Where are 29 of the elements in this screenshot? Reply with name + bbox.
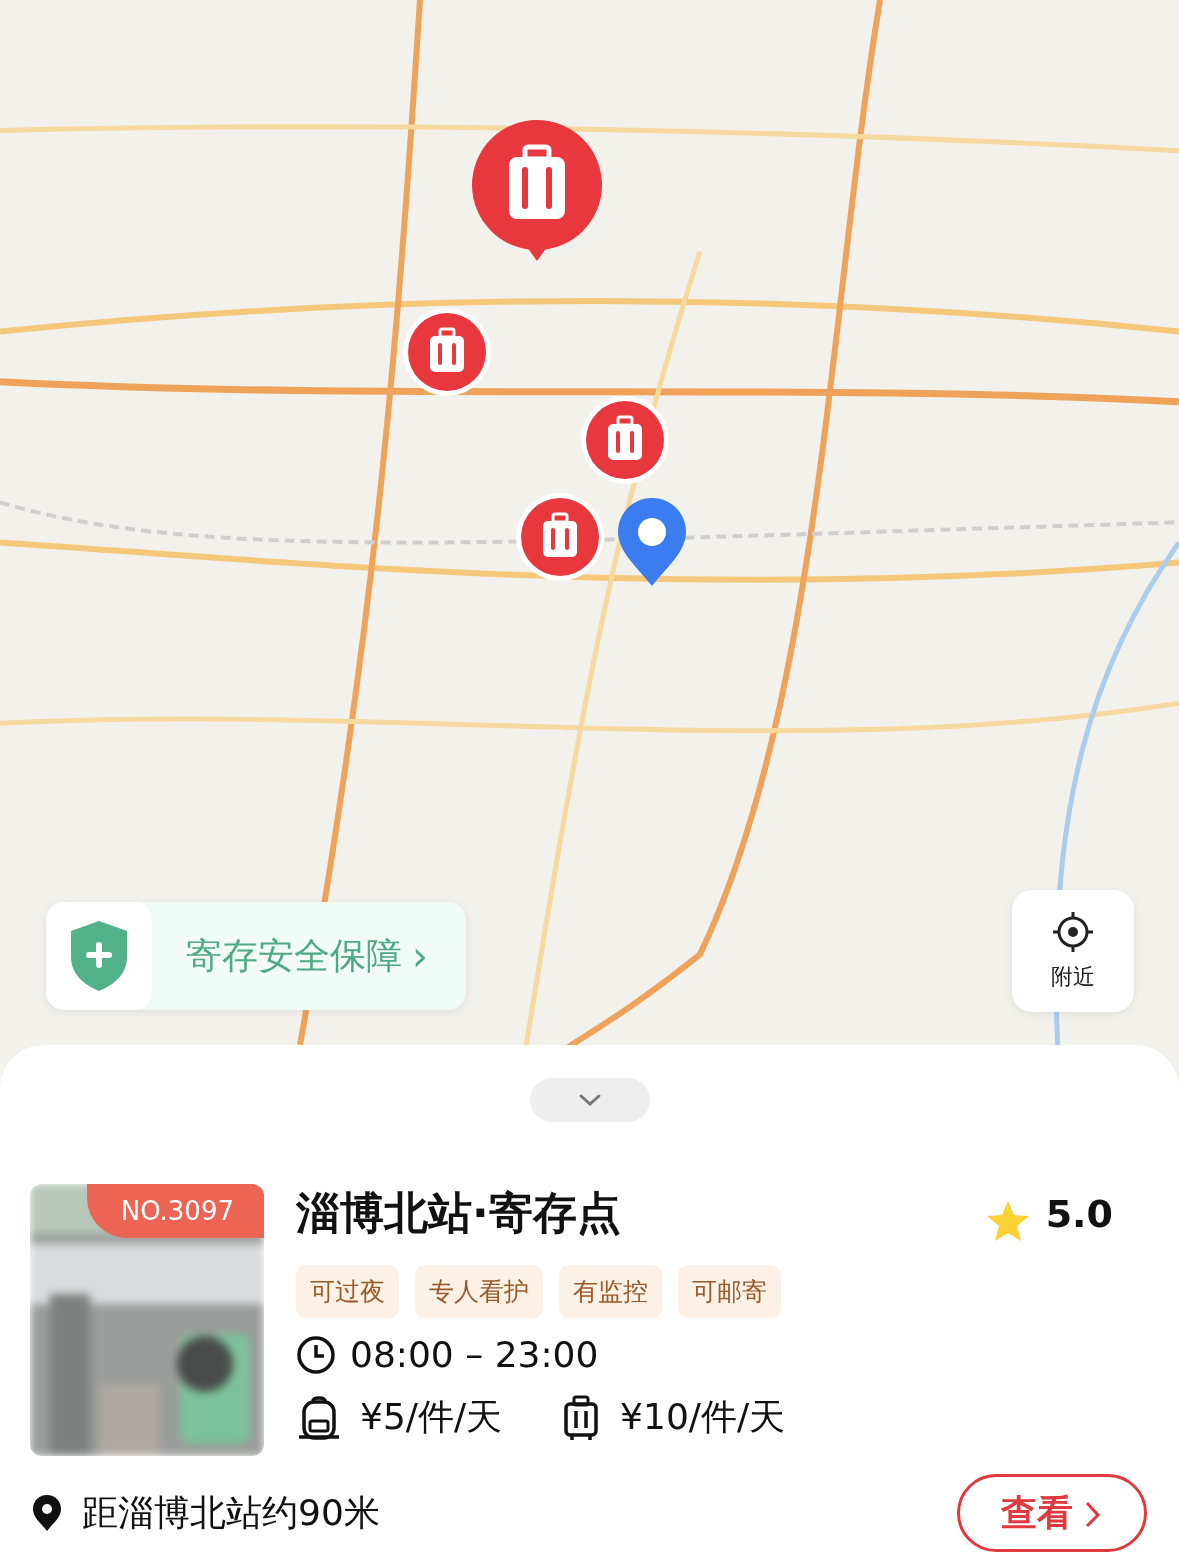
chevron-icon: › [412,933,428,979]
shield-plus-icon [69,919,129,993]
location-icon [32,1494,62,1532]
feature-tag: 可邮寄 [678,1265,781,1318]
backpack-icon [296,1394,342,1441]
luggage-pin[interactable] [401,306,493,398]
locate-icon [1051,910,1095,954]
store-number-badge: NO.3097 [86,1184,264,1238]
feature-tag: 专人看护 [415,1265,543,1318]
opening-hours: 08:00 – 23:00 [350,1334,599,1375]
price-label: ¥10/件/天 [620,1395,786,1439]
luggage-pin[interactable] [579,394,671,486]
safety-label: 寄存安全保障 [186,933,402,978]
rating-score: 5.0 [1045,1191,1113,1236]
luggage-pin[interactable] [514,491,606,583]
feature-tag: 可过夜 [296,1265,399,1318]
clock-icon [296,1334,336,1375]
store-name: 淄博北站·寄存点 [296,1186,621,1240]
safety-banner[interactable]: 寄存安全保障 › [46,902,466,1010]
feature-tag: 有监控 [559,1265,662,1318]
view-button[interactable]: 查看 [957,1474,1147,1552]
chevron-down-icon [577,1093,602,1107]
star-icon [985,1199,1030,1242]
distance-text: 距淄博北站约90米 [82,1490,380,1535]
large-luggage-pin[interactable] [471,119,603,263]
collapse-handle[interactable] [529,1078,650,1122]
nearby-button[interactable]: 附近 [1012,890,1134,1012]
price-label: ¥5/件/天 [360,1395,503,1439]
chevron-icon [1083,1499,1103,1527]
